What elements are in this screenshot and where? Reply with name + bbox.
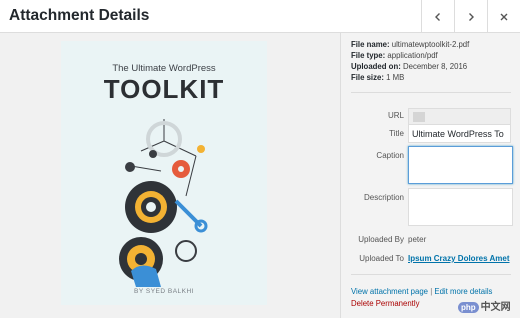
divider xyxy=(351,274,511,275)
modal-title: Attachment Details xyxy=(9,7,150,24)
file-size-value: 1 MB xyxy=(386,73,405,82)
chevron-left-icon xyxy=(435,12,440,21)
close-button[interactable] xyxy=(487,0,520,33)
view-attachment-link[interactable]: View attachment page xyxy=(351,287,428,296)
gears-illustration xyxy=(119,119,208,287)
chevron-right-icon xyxy=(469,12,474,21)
attachment-preview: The Ultimate WordPress TOOLKIT BY SYED B… xyxy=(0,33,340,318)
file-type-label: File type: xyxy=(351,51,386,60)
uploaded-on-label: Uploaded on: xyxy=(351,62,401,71)
actions-separator: | xyxy=(430,287,433,296)
previous-button[interactable] xyxy=(421,0,454,33)
file-size-label: File size: xyxy=(351,73,384,82)
description-field[interactable] xyxy=(408,188,513,226)
caption-field[interactable] xyxy=(408,146,513,184)
cover-title: TOOLKIT xyxy=(103,74,225,104)
attachment-actions: View attachment page | Edit more details xyxy=(351,287,492,296)
url-value-redacted xyxy=(413,112,425,122)
edit-more-details-link[interactable]: Edit more details xyxy=(434,287,492,296)
watermark-text: 中文网 xyxy=(480,302,511,313)
uploaded-on-value: December 8, 2016 xyxy=(402,62,468,71)
site-watermark: php 中文网 xyxy=(458,298,511,313)
next-button[interactable] xyxy=(454,0,487,33)
url-label: URL xyxy=(387,111,404,120)
cover-subtitle: The Ultimate WordPress xyxy=(112,63,216,74)
title-field[interactable]: Ultimate WordPress To xyxy=(408,124,511,143)
caption-label: Caption xyxy=(376,151,404,160)
uploaded-to-label: Uploaded To xyxy=(359,254,404,263)
file-name-row: File name: ultimatewptoolkit-2.pdf xyxy=(351,39,469,50)
pdf-cover-image: The Ultimate WordPress TOOLKIT BY SYED B… xyxy=(61,41,267,305)
file-name-value: ultimatewptoolkit-2.pdf xyxy=(391,40,470,49)
uploaded-to-link[interactable]: Ipsum Crazy Dolores Amet xyxy=(408,254,510,263)
close-icon xyxy=(500,13,508,20)
file-name-label: File name: xyxy=(351,40,390,49)
uploaded-by-label: Uploaded By xyxy=(358,235,404,244)
file-type-value: application/pdf xyxy=(387,51,438,60)
cover-author: BY SYED BALKHI xyxy=(134,288,194,295)
file-type-row: File type: application/pdf xyxy=(351,50,469,61)
divider xyxy=(351,92,511,93)
title-label: Title xyxy=(389,129,404,138)
uploaded-by-value: peter xyxy=(408,235,427,244)
file-meta: File name: ultimatewptoolkit-2.pdf File … xyxy=(351,39,469,83)
file-size-row: File size: 1 MB xyxy=(351,72,469,83)
watermark-badge: php xyxy=(458,302,479,313)
uploaded-on-row: Uploaded on: December 8, 2016 xyxy=(351,61,469,72)
attachment-sidebar: File name: ultimatewptoolkit-2.pdf File … xyxy=(340,33,520,318)
delete-permanently-link[interactable]: Delete Permanently xyxy=(351,299,419,308)
modal-header: Attachment Details xyxy=(0,0,520,33)
description-label: Description xyxy=(363,193,404,202)
